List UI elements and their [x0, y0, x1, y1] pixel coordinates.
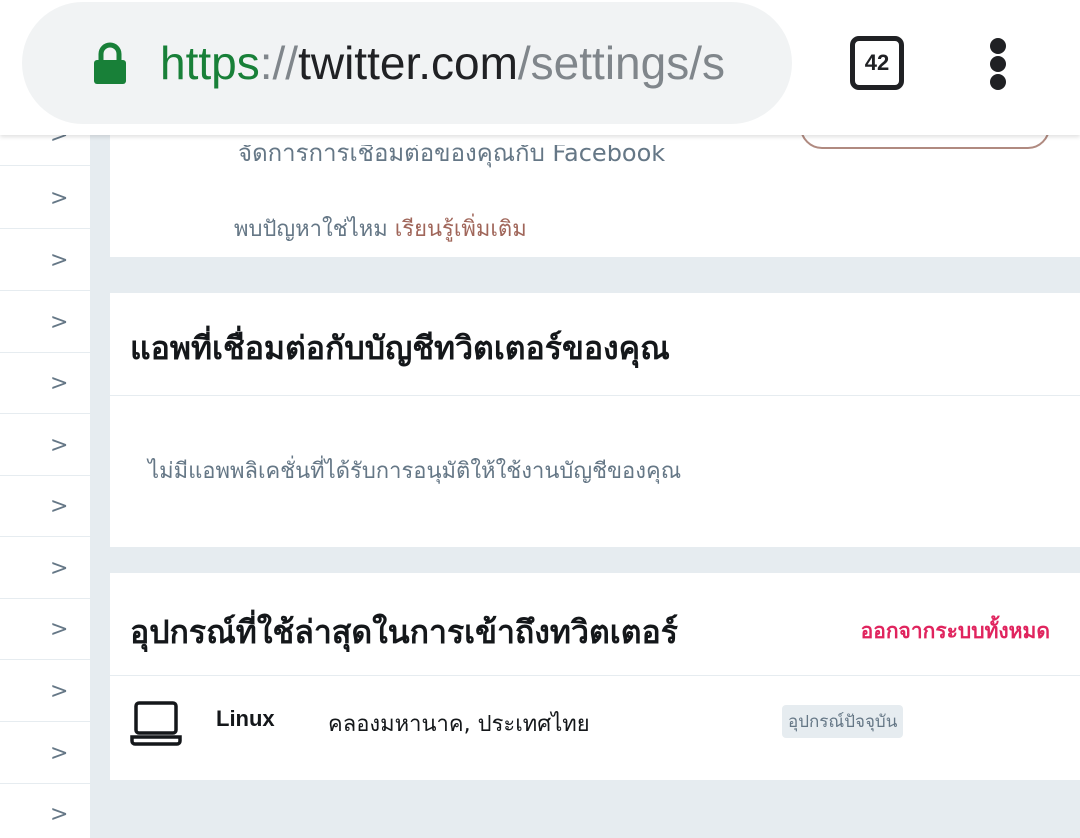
nav-item[interactable]: > — [0, 599, 90, 660]
nav-item[interactable]: > — [0, 723, 90, 784]
chevron-right-icon: > — [50, 679, 69, 704]
device-name: Linux — [216, 706, 275, 731]
nav-item[interactable]: > — [0, 168, 90, 229]
overflow-menu-icon[interactable] — [988, 38, 1008, 90]
facebook-connection-text: จัดการการเชื่อมต่อของคุณกับ Facebook — [238, 139, 666, 167]
help-line: พบปัญหาใช่ไหม เรียนรู้เพิ่มเติม — [234, 211, 527, 246]
connected-apps-panel: แอพที่เชื่อมต่อกับบัญชีทวิตเตอร์ของคุณ ไ… — [110, 293, 1080, 547]
chevron-right-icon: > — [50, 248, 69, 273]
laptop-icon — [130, 701, 182, 746]
recent-devices-panel: อุปกรณ์ที่ใช้ล่าสุดในการเข้าถึงทวิตเตอร์… — [110, 573, 1080, 780]
nav-item[interactable]: > — [0, 353, 90, 414]
no-apps-message: ไม่มีแอพพลิเคชั่นที่ได้รับการอนุมัติให้ใ… — [148, 459, 682, 484]
nav-item[interactable]: > — [0, 415, 90, 476]
facebook-connection-panel: จัดการการเชื่อมต่อของคุณกับ Facebook พบป… — [110, 105, 1080, 257]
divider — [110, 395, 1080, 396]
chevron-right-icon: > — [50, 741, 69, 766]
recent-devices-title: อุปกรณ์ที่ใช้ล่าสุดในการเข้าถึงทวิตเตอร์ — [130, 613, 678, 651]
chevron-right-icon: > — [50, 494, 69, 519]
settings-nav: > > > > > > > > > > > > — [0, 123, 90, 838]
connected-apps-title: แอพที่เชื่อมต่อกับบัญชีทวิตเตอร์ของคุณ — [130, 329, 670, 367]
current-device-badge: อุปกรณ์ปัจจุบัน — [782, 705, 904, 738]
chevron-right-icon: > — [50, 556, 69, 581]
logout-all-button[interactable]: ออกจากระบบทั้งหมด — [861, 615, 1050, 648]
tab-switcher-icon[interactable]: 42 — [850, 36, 904, 90]
help-text: พบปัญหาใช่ไหม — [234, 217, 388, 242]
nav-item[interactable]: > — [0, 784, 90, 838]
nav-item[interactable]: > — [0, 661, 90, 722]
chevron-right-icon: > — [50, 371, 69, 396]
nav-item[interactable]: > — [0, 292, 90, 353]
chevron-right-icon: > — [50, 617, 69, 642]
chevron-right-icon: > — [50, 433, 69, 458]
device-location: คลองมหานาค, ประเทศไทย — [328, 712, 590, 737]
lock-icon — [94, 42, 126, 84]
url-text[interactable]: https://twitter.com/settings/s — [160, 36, 725, 90]
chevron-right-icon: > — [50, 802, 69, 827]
chevron-right-icon: > — [50, 310, 69, 335]
browser-toolbar: https://twitter.com/settings/s 42 — [0, 0, 1080, 135]
nav-item[interactable]: > — [0, 538, 90, 599]
chevron-right-icon: > — [50, 186, 69, 211]
address-bar[interactable]: https://twitter.com/settings/s — [22, 2, 792, 124]
divider — [110, 675, 1080, 676]
learn-more-link[interactable]: เรียนรู้เพิ่มเติม — [395, 217, 527, 242]
nav-item[interactable]: > — [0, 230, 90, 291]
nav-item[interactable]: > — [0, 476, 90, 537]
